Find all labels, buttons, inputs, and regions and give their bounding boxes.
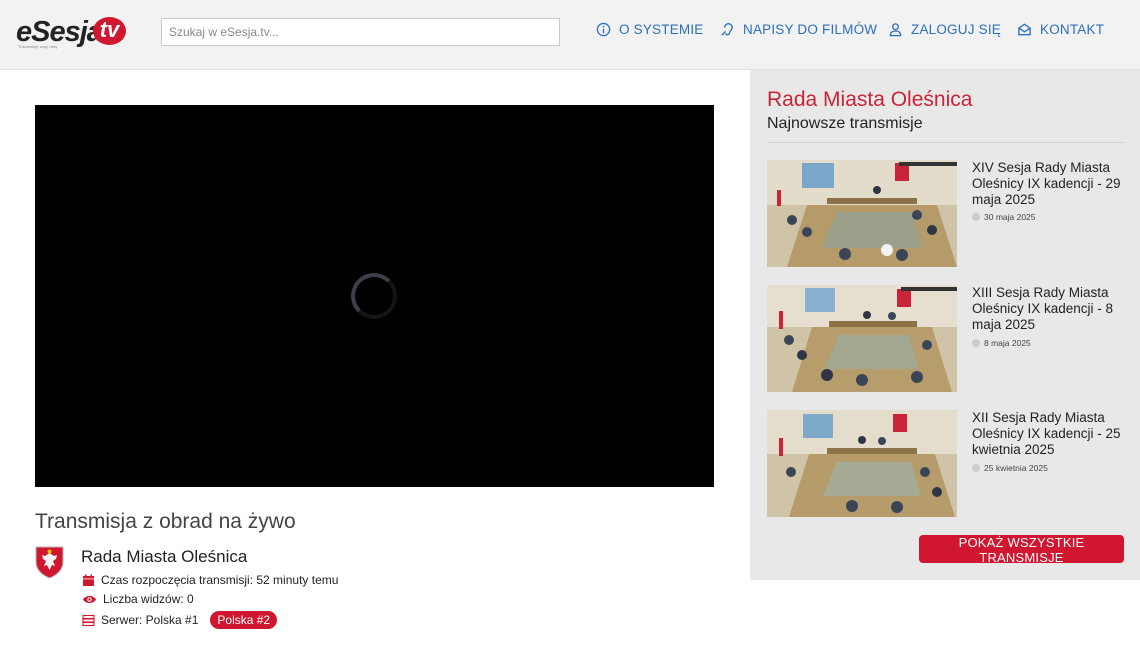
start-time-row: Czas rozpoczęcia transmisji: 52 minuty t…: [82, 573, 338, 587]
video-player[interactable]: [35, 105, 714, 487]
transmission-date-text: 30 maja 2025: [984, 212, 1036, 222]
ear-icon: [721, 23, 733, 36]
site-logo[interactable]: eSesja tv Transmisje sesji rady: [16, 14, 128, 54]
clock-icon: [972, 213, 980, 221]
nav-o-systemie[interactable]: O SYSTEMIE: [596, 22, 704, 37]
nav-label: ZALOGUJ SIĘ: [911, 22, 1001, 37]
loading-spinner-icon: [351, 273, 397, 319]
transmission-date-text: 8 maja 2025: [984, 338, 1031, 348]
transmission-date: 25 kwietnia 2025: [972, 463, 1048, 473]
search-input[interactable]: [161, 18, 560, 46]
server-row: Serwer: Polska #1 Polska #2: [82, 611, 278, 629]
transmission-date-text: 25 kwietnia 2025: [984, 463, 1048, 473]
organization-name: Rada Miasta Oleśnica: [81, 547, 248, 566]
server-switch-button[interactable]: Polska #2: [210, 611, 278, 629]
eye-icon: [82, 595, 97, 603]
user-icon: [889, 23, 902, 37]
transmission-item[interactable]: XIII Sesja Rady Miasta Oleśnicy IX kaden…: [767, 285, 1124, 393]
transmission-item[interactable]: XIV Sesja Rady Miasta Oleśnicy IX kadenc…: [767, 160, 1124, 268]
header: eSesja tv Transmisje sesji rady O SYSTEM…: [0, 0, 1140, 70]
transmission-date: 30 maja 2025: [972, 212, 1036, 222]
divider: [767, 142, 1124, 143]
viewers-text: Liczba widzów: 0: [103, 592, 194, 606]
nav-label: KONTAKT: [1040, 22, 1105, 37]
transmission-item[interactable]: XII Sesja Rady Miasta Oleśnicy IX kadenc…: [767, 410, 1124, 518]
nav-kontakt[interactable]: KONTAKT: [1017, 22, 1104, 37]
transmission-thumbnail[interactable]: [767, 160, 957, 267]
transmission-title[interactable]: XII Sesja Rady Miasta Oleśnicy IX kadenc…: [972, 410, 1124, 458]
envelope-icon: [1018, 23, 1031, 36]
show-all-transmissions-button[interactable]: POKAŻ WSZYSTKIE TRANSMISJE: [919, 535, 1124, 565]
sidebar-title: Rada Miasta Oleśnica: [767, 88, 973, 111]
info-icon: [596, 22, 611, 37]
server-text: Serwer: Polska #1: [101, 613, 199, 627]
viewers-row: Liczba widzów: 0: [82, 592, 194, 606]
nav-label: NAPISY DO FILMÓW: [743, 22, 878, 37]
clock-icon: [972, 339, 980, 347]
nav-napisy[interactable]: NAPISY DO FILMÓW: [720, 22, 877, 37]
transmission-title[interactable]: XIII Sesja Rady Miasta Oleśnicy IX kaden…: [972, 285, 1124, 333]
live-title: Transmisja z obrad na żywo: [35, 510, 296, 533]
calendar-icon: [83, 574, 94, 586]
transmission-date: 8 maja 2025: [972, 338, 1031, 348]
transmission-title[interactable]: XIV Sesja Rady Miasta Oleśnicy IX kadenc…: [972, 160, 1124, 208]
transmission-thumbnail[interactable]: [767, 285, 957, 392]
clock-icon: [972, 464, 980, 472]
logo-tagline: Transmisje sesji rady: [18, 44, 58, 49]
start-time-text: Czas rozpoczęcia transmisji: 52 minuty t…: [101, 573, 339, 587]
logo-tv-badge: tv: [93, 17, 126, 45]
server-icon: [82, 614, 95, 626]
nav-zaloguj[interactable]: ZALOGUJ SIĘ: [888, 22, 1001, 37]
city-crest-icon: [35, 546, 64, 579]
transmission-thumbnail[interactable]: [767, 410, 957, 517]
sidebar: Rada Miasta Oleśnica Najnowsze transmisj…: [750, 70, 1140, 580]
nav-label: O SYSTEMIE: [619, 22, 704, 37]
sidebar-subtitle: Najnowsze transmisje: [767, 115, 923, 132]
